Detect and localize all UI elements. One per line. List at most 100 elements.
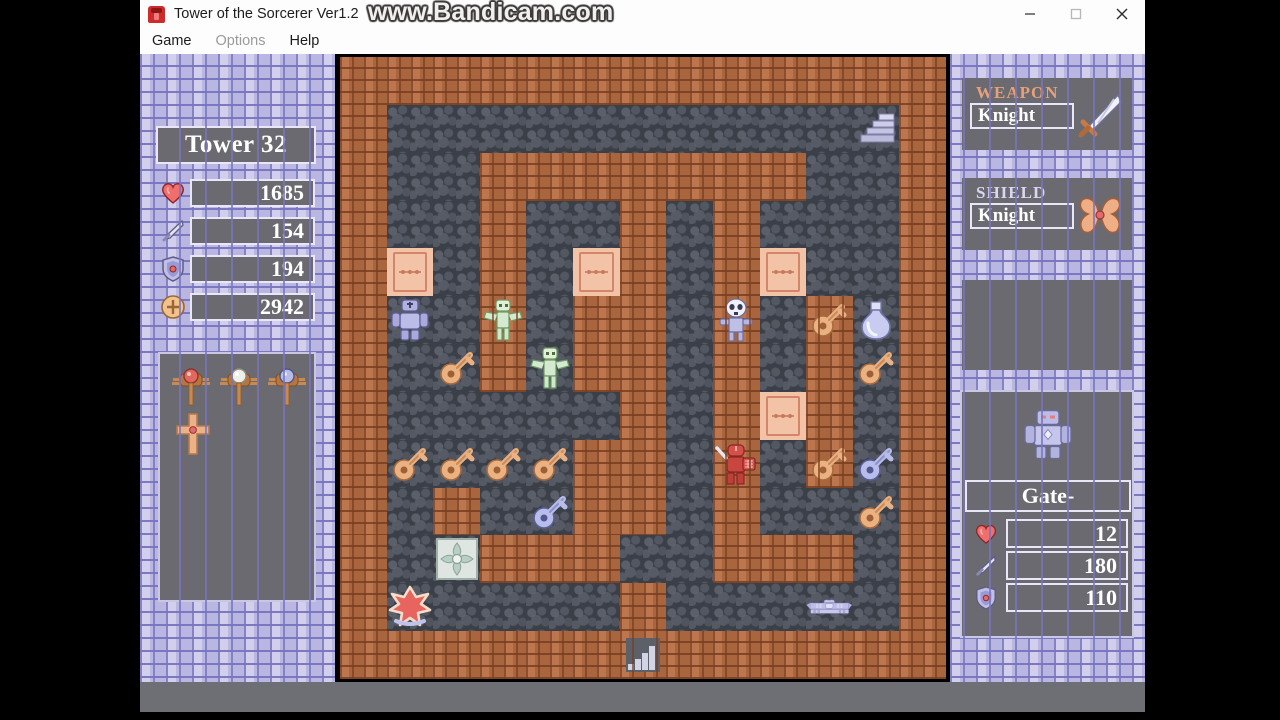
- yellow-key-icon[interactable]: [853, 488, 900, 536]
- map-tile-door[interactable]: [759, 391, 807, 440]
- map-tile-wall: [340, 344, 387, 392]
- minimize-icon[interactable]: [1007, 0, 1053, 28]
- white-wing-staff-icon[interactable]: [218, 364, 260, 410]
- map-tile-wall: [340, 487, 387, 536]
- blue-potion-icon[interactable]: [853, 296, 900, 344]
- yellow-key-icon[interactable]: [526, 440, 573, 488]
- menu-item-help[interactable]: Help: [289, 33, 319, 49]
- map-grid: [340, 57, 946, 679]
- map-tile-wall: [386, 631, 434, 679]
- inventory-panel[interactable]: [158, 352, 316, 602]
- map-tile-floor: [433, 439, 480, 488]
- map-tile-wall: [759, 535, 807, 584]
- map-tile-floor: [573, 200, 620, 249]
- map-tile-floor: [386, 583, 434, 632]
- map-tile-floor: [666, 104, 713, 153]
- yellow-key-icon[interactable]: [433, 344, 480, 392]
- monster-value-attack: 180: [1006, 551, 1128, 580]
- cross-icon[interactable]: [170, 410, 216, 458]
- map-tile-wall: [712, 248, 760, 297]
- map-tile-floor: [479, 439, 527, 488]
- stairs-down-icon[interactable]: [620, 631, 667, 679]
- map-tile-wall: [573, 57, 620, 105]
- map-tile-floor: [386, 487, 434, 536]
- weapon-slot[interactable]: WEAPON Knight: [962, 78, 1132, 150]
- game-client: Tower 32 1685 154 194 2942 WEAPON Knight…: [140, 54, 1145, 682]
- map-tile-floor: [479, 104, 527, 153]
- map-tile-wall: [573, 152, 620, 201]
- yellow-key-icon[interactable]: [433, 440, 480, 488]
- map-tile-wall: [712, 487, 760, 536]
- menu-item-game[interactable]: Game: [152, 33, 192, 49]
- player-icon[interactable]: [713, 440, 760, 488]
- map-tile-floor: [433, 535, 480, 584]
- yellow-key-icon[interactable]: [806, 440, 853, 488]
- map-tile-wall: [806, 296, 853, 345]
- map-tile-wall: [433, 631, 480, 679]
- map-tile-wall: [619, 583, 667, 632]
- map-tile-wall: [899, 200, 946, 249]
- map-tile-wall: [619, 487, 667, 536]
- equipment-panel: WEAPON Knight SHIELD Knight Gate- 12 180…: [950, 54, 1145, 682]
- map-tile-floor: [852, 583, 900, 632]
- map-tile-door[interactable]: [386, 248, 434, 297]
- map-tile-floor: [666, 439, 713, 488]
- map-tile-wall: [619, 200, 667, 249]
- map-tile-wall: [712, 344, 760, 392]
- shield-name: Knight: [970, 203, 1074, 229]
- red-gem-icon[interactable]: [387, 583, 434, 631]
- map-tile-door[interactable]: [573, 248, 620, 297]
- map-tile-wall: [712, 439, 760, 488]
- stairs-up-icon[interactable]: [853, 105, 900, 153]
- fountain-icon[interactable]: [433, 535, 480, 583]
- taskbar-strip: [140, 682, 1145, 712]
- map-tile-wall: [806, 439, 853, 488]
- maximize-icon[interactable]: [1053, 0, 1099, 28]
- blue-key-icon[interactable]: [853, 440, 900, 488]
- map-tile-wall: [712, 200, 760, 249]
- zombie-icon[interactable]: [526, 344, 573, 392]
- menu-item-options[interactable]: Options: [216, 33, 266, 49]
- map-tile-door[interactable]: [759, 248, 807, 297]
- map-tile-wall: [479, 200, 527, 249]
- title-bar: Tower of the Sorcerer Ver1.2: [140, 0, 1145, 28]
- yellow-key-icon[interactable]: [853, 344, 900, 392]
- game-map[interactable]: [340, 57, 946, 679]
- skeleton-icon[interactable]: [713, 296, 760, 344]
- blue-key-icon[interactable]: [526, 488, 573, 536]
- map-tile-wall: [899, 487, 946, 536]
- map-tile-floor: [526, 391, 574, 440]
- shield-label: SHIELD: [976, 183, 1047, 202]
- close-icon[interactable]: [1099, 0, 1145, 28]
- monster-value-hp: 12: [1006, 519, 1128, 548]
- yellow-key-icon[interactable]: [387, 440, 434, 488]
- shield-slot[interactable]: SHIELD Knight: [962, 178, 1132, 250]
- map-tile-floor: [666, 535, 713, 584]
- map-tile-floor: [852, 487, 900, 536]
- stat-row-gold: 2942: [156, 292, 315, 322]
- monster-name: Gate-: [965, 480, 1131, 512]
- map-tile-floor: [712, 104, 760, 153]
- map-tile-wall: [899, 248, 946, 297]
- map-tile-wall: [573, 535, 620, 584]
- altar-icon[interactable]: [806, 583, 853, 631]
- map-tile-floor: [479, 583, 527, 632]
- guard-monster-icon[interactable]: [387, 296, 434, 344]
- map-tile-wall: [340, 200, 387, 249]
- yellow-key-icon[interactable]: [806, 296, 853, 344]
- map-tile-floor: [433, 583, 480, 632]
- map-tile-floor: [386, 391, 434, 440]
- sword-item-icon: [1074, 90, 1126, 142]
- red-wing-staff-icon[interactable]: [170, 364, 212, 410]
- stat-value-hp: 1685: [190, 179, 315, 207]
- menu-bar: Game Options Help: [140, 28, 1145, 54]
- map-tile-wall: [899, 535, 946, 584]
- zombie-icon[interactable]: [480, 296, 527, 344]
- game-window: Tower of the Sorcerer Ver1.2 Game Option…: [140, 0, 1145, 682]
- yellow-key-icon[interactable]: [480, 440, 527, 488]
- blue-wing-staff-icon[interactable]: [266, 364, 308, 410]
- map-tile-floor: [852, 296, 900, 345]
- map-tile-wall: [573, 296, 620, 345]
- map-tile-wall: [759, 152, 807, 201]
- map-tile-wall: [526, 152, 574, 201]
